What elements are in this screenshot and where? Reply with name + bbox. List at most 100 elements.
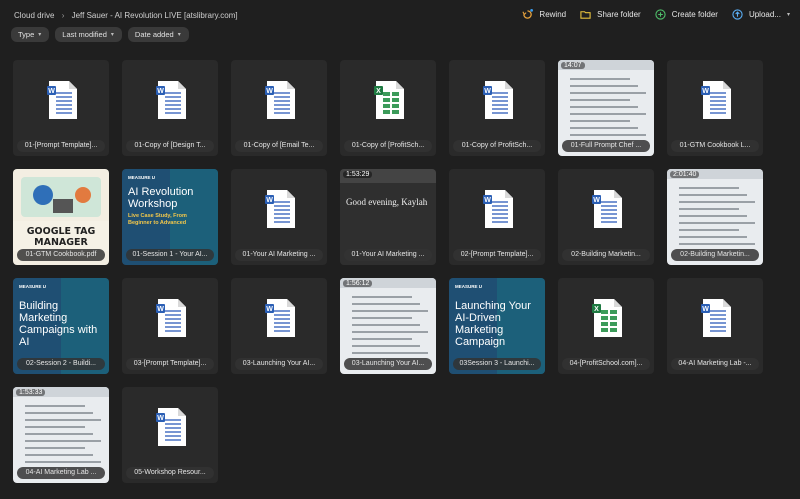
word-doc-icon: W	[483, 81, 513, 119]
word-doc-icon: W	[156, 81, 186, 119]
create-folder-label: Create folder	[671, 10, 718, 19]
slide-brand: MEASURE U	[19, 284, 47, 289]
filter-type-label: Type	[18, 30, 35, 39]
word-doc-icon: W	[483, 190, 513, 228]
plus-circle-icon	[655, 9, 666, 20]
chevron-down-icon: ▾	[786, 12, 790, 18]
file-name: 03Session 3 - Launchi...	[453, 358, 541, 370]
slide-title: AI Revolution Workshop	[128, 186, 194, 210]
excel-sheet-icon: X	[592, 299, 622, 337]
file-tile[interactable]: W 03-[Prompt Template]...	[122, 278, 218, 374]
file-tile[interactable]: W 01-Your AI Marketing ...	[231, 169, 327, 265]
file-name: 02-[Prompt Template]...	[453, 249, 541, 261]
file-tile[interactable]: MEASURE U AI Revolution Workshop Live Case…	[122, 169, 218, 265]
chevron-right-icon: ›	[61, 11, 65, 20]
file-name: 03-[Prompt Template]...	[126, 358, 214, 370]
slide-subtitle: Live Case Study, From Beginner to Advanc…	[128, 213, 187, 226]
file-name: 02-Building Marketin...	[562, 249, 650, 261]
file-tile[interactable]: 2:01:40 02-Building Marketin...	[667, 169, 763, 265]
file-name: 04-AI Marketing Lab ...	[17, 467, 105, 479]
file-name: 01-Copy of [Design T...	[126, 140, 214, 152]
file-name: 03-Launching Your AI...	[235, 358, 323, 370]
share-folder-label: Share folder	[597, 10, 641, 19]
file-tile[interactable]: W 01-Copy of ProfitSch...	[449, 60, 545, 156]
file-name: 01-Copy of ProfitSch...	[453, 140, 541, 152]
svg-text:W: W	[484, 88, 491, 95]
word-doc-icon: W	[592, 190, 622, 228]
file-tile[interactable]: W 04-AI Marketing Lab -...	[667, 278, 763, 374]
svg-text:W: W	[157, 415, 164, 422]
file-name: 01-[Prompt Template]...	[17, 140, 105, 152]
word-doc-icon: W	[265, 299, 295, 337]
file-name: 01-Your AI Marketing ...	[344, 249, 432, 261]
file-name: 01-Copy of [Email Te...	[235, 140, 323, 152]
svg-text:W: W	[266, 306, 273, 313]
file-tile[interactable]: X 01-Copy of [ProfitSch...	[340, 60, 436, 156]
file-tile[interactable]: W 05-Workshop Resour...	[122, 387, 218, 483]
file-tile[interactable]: MEASURE U Building Marketing Campaigns wi…	[13, 278, 109, 374]
upload-button[interactable]: Upload... ▾	[732, 9, 790, 20]
svg-text:X: X	[376, 88, 381, 95]
file-name: 01-GTM Cookbook L...	[671, 140, 759, 152]
slide-title: Launching Your AI-Driven Marketing Campa…	[455, 300, 531, 348]
create-folder-button[interactable]: Create folder	[655, 9, 718, 20]
file-tile[interactable]: X 04-[ProfitSchool.com]...	[558, 278, 654, 374]
chevron-down-icon: ▾	[110, 32, 114, 38]
share-folder-button[interactable]: Share folder	[580, 9, 641, 20]
video-duration: 1:56:12	[343, 280, 373, 287]
svg-text:X: X	[594, 306, 599, 313]
breadcrumb: Cloud drive › Jeff Sauer - AI Revolution…	[14, 11, 238, 20]
svg-text:W: W	[702, 88, 709, 95]
breadcrumb-current: Jeff Sauer - AI Revolution LIVE [atslibr…	[71, 11, 238, 20]
word-doc-icon: W	[156, 299, 186, 337]
file-name: 01-Session 1 - Your AI...	[126, 249, 214, 261]
word-doc-icon: W	[265, 190, 295, 228]
file-name: 01-Copy of [ProfitSch...	[344, 140, 432, 152]
file-name: 05-Workshop Resour...	[126, 467, 214, 479]
file-name: 01-GTM Cookbook.pdf	[17, 249, 105, 261]
file-tile[interactable]: W 02-Building Marketin...	[558, 169, 654, 265]
svg-text:W: W	[702, 306, 709, 313]
file-name: 01-Your AI Marketing ...	[235, 249, 323, 261]
breadcrumb-root[interactable]: Cloud drive	[14, 11, 54, 20]
filter-date-added-label: Date added	[134, 30, 174, 39]
svg-text:W: W	[48, 88, 55, 95]
word-doc-icon: W	[701, 299, 731, 337]
file-tile[interactable]: Good evening, Kaylah 1:53:29 01-Your AI Ma…	[340, 169, 436, 265]
file-tile[interactable]: W 01-[Prompt Template]...	[13, 60, 109, 156]
file-name: 02-Session 2 - Buildi...	[17, 358, 105, 370]
file-tile[interactable]: W 01-Copy of [Design T...	[122, 60, 218, 156]
file-name: 01-Full Prompt Chef ...	[562, 140, 650, 152]
rewind-button[interactable]: Rewind	[522, 9, 566, 20]
filter-last-modified[interactable]: Last modified ▾	[55, 27, 122, 42]
chevron-down-icon: ▾	[177, 32, 181, 38]
file-tile[interactable]: W 01-Copy of [Email Te...	[231, 60, 327, 156]
file-name: 04-[ProfitSchool.com]...	[562, 358, 650, 370]
slide-brand: MEASURE U	[455, 284, 483, 289]
excel-sheet-icon: X	[374, 81, 404, 119]
file-tile[interactable]: W 01-GTM Cookbook L...	[667, 60, 763, 156]
filter-type[interactable]: Type ▾	[11, 27, 50, 42]
video-greeting: Good evening, Kaylah	[346, 197, 428, 207]
filter-bar: Type ▾ Last modified ▾ Date added ▾	[11, 27, 189, 42]
toolbar: Rewind Share folder Create folder Upload…	[522, 9, 790, 20]
file-tile[interactable]: 1:53:33 04-AI Marketing Lab ...	[13, 387, 109, 483]
svg-text:W: W	[266, 197, 273, 204]
video-duration: 1:53:33	[16, 389, 46, 396]
file-tile[interactable]: 1:56:12 03-Launching Your AI...	[340, 278, 436, 374]
filter-date-added[interactable]: Date added ▾	[127, 27, 189, 42]
video-duration: 1:53:29	[343, 171, 373, 178]
svg-text:W: W	[157, 306, 164, 313]
video-duration: 2:01:40	[670, 171, 700, 178]
svg-text:W: W	[593, 197, 600, 204]
file-tile[interactable]: MEASURE U Launching Your AI-Driven Market…	[449, 278, 545, 374]
file-tile[interactable]: W 03-Launching Your AI...	[231, 278, 327, 374]
slide-title: Building Marketing Campaigns with AI	[19, 300, 98, 348]
svg-text:W: W	[266, 88, 273, 95]
file-tile[interactable]: GOOGLE TAG MANAGER 01-GTM Cookbook.pdf	[13, 169, 109, 265]
upload-icon	[732, 9, 743, 20]
file-tile[interactable]: 14:07 01-Full Prompt Chef ...	[558, 60, 654, 156]
svg-text:W: W	[157, 88, 164, 95]
file-tile[interactable]: W 02-[Prompt Template]...	[449, 169, 545, 265]
file-name: 04-AI Marketing Lab -...	[671, 358, 759, 370]
